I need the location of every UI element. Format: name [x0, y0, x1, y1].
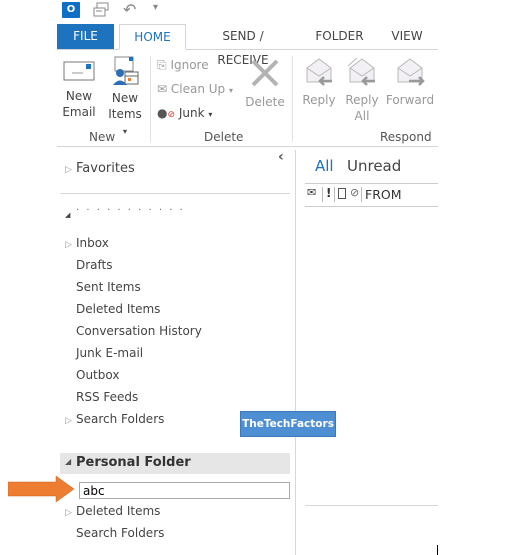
group-label-new: New — [89, 130, 116, 144]
new-email-button[interactable]: New Email — [59, 58, 99, 120]
ignore-label: Ignore — [170, 58, 209, 72]
folder-search-folders[interactable]: Search Folders — [76, 412, 164, 426]
personal-folder-header[interactable]: ◢ Personal Folder — [60, 453, 290, 474]
filter-all-tab[interactable]: All — [315, 157, 334, 175]
clean-up-icon: ✉ — [157, 82, 168, 96]
forward-icon — [397, 58, 425, 86]
reply-icon — [306, 58, 332, 86]
outlook-icon: O — [62, 2, 80, 18]
folder-outbox[interactable]: Outbox — [76, 368, 119, 382]
junk-caret: ▾ — [208, 110, 213, 119]
folder-personal-deleted-items[interactable]: Deleted Items — [76, 504, 160, 518]
read-status-column-icon[interactable]: ✉ — [307, 186, 316, 199]
clean-up-label: Clean Up — [170, 82, 226, 96]
clean-up-caret: ▾ — [229, 86, 234, 95]
personal-folder-title: Personal Folder — [76, 455, 191, 470]
reply-all-label-2: All — [354, 109, 370, 123]
new-items-label-1: New — [111, 91, 139, 105]
folder-conversation-history[interactable]: Conversation History — [76, 324, 202, 338]
folder-inbox[interactable]: Inbox — [76, 236, 109, 250]
new-items-button[interactable]: New Items ▾ — [105, 56, 145, 140]
group-label-delete: Delete — [204, 130, 244, 144]
ignore-icon: ⎘ — [157, 58, 167, 72]
delete-button[interactable]: Delete — [244, 56, 286, 110]
annotation-arrow-icon — [8, 476, 74, 502]
folder-rss-feeds[interactable]: RSS Feeds — [76, 390, 138, 404]
folder-pane: ‹ ▷ Favorites ◢ · · · · · · · · · · · ▷ … — [57, 147, 295, 555]
tab-view[interactable]: VIEW — [387, 24, 427, 48]
folder-sent-items[interactable]: Sent Items — [76, 280, 141, 294]
folder-deleted-items[interactable]: Deleted Items — [76, 302, 160, 316]
reply-label: Reply — [302, 93, 336, 107]
from-column-header[interactable]: FROM — [365, 187, 402, 202]
junk-label: Junk — [178, 106, 205, 120]
tab-folder[interactable]: FOLDER — [312, 24, 367, 48]
new-folder-name-input[interactable] — [79, 482, 290, 499]
forward-button[interactable]: Forward — [385, 56, 435, 108]
tab-home[interactable]: HOME — [119, 24, 186, 50]
delete-x-icon — [251, 59, 279, 87]
collapse-arrow-icon[interactable]: ◢ — [65, 457, 71, 466]
group-label-respond: Respond — [380, 130, 432, 144]
customize-toolbar-icon[interactable]: ▾ — [153, 2, 158, 13]
junk-button[interactable]: ●⊘ Junk ▾ — [157, 105, 212, 123]
ribbon-tabs: FILE HOME SEND / RECEIVE FOLDER VIEW — [57, 24, 438, 67]
new-email-label-1: New — [65, 89, 93, 103]
collapse-arrow-icon[interactable]: ◢ — [65, 211, 70, 219]
column-divider — [361, 187, 362, 202]
ribbon: New Email New Items ▾ New ⎘ Ignore ✉ Cle… — [57, 50, 438, 147]
watermark-label: TheTechFactors — [240, 411, 336, 437]
undo-icon[interactable]: ↶ — [123, 0, 136, 19]
new-items-icon — [113, 56, 139, 85]
folder-personal-search-folders[interactable]: Search Folders — [76, 526, 164, 540]
reply-button[interactable]: Reply — [300, 56, 338, 108]
group-divider — [292, 56, 293, 142]
importance-column-icon[interactable]: ! — [326, 186, 331, 200]
tab-send-receive[interactable]: SEND / RECEIVE — [197, 24, 289, 67]
filter-unread-tab[interactable]: Unread — [347, 157, 401, 175]
account-name-blurred[interactable]: · · · · · · · · · · · — [76, 205, 185, 216]
message-list-column-header: ✉ ! ⊘ FROM — [305, 183, 438, 207]
junk-icon: ●⊘ — [157, 106, 176, 120]
clean-up-button[interactable]: ✉ Clean Up ▾ — [157, 81, 233, 99]
group-divider — [150, 56, 151, 142]
expand-arrow-icon[interactable]: ▷ — [65, 165, 72, 175]
item-type-column-icon[interactable] — [338, 188, 346, 199]
forward-label: Forward — [385, 93, 435, 107]
envelope-icon — [63, 61, 95, 81]
expand-arrow-icon[interactable]: ▷ — [65, 240, 72, 250]
pane-splitter[interactable] — [295, 150, 296, 555]
send-receive-all-icon[interactable] — [93, 2, 109, 17]
expand-arrow-icon[interactable]: ▷ — [65, 508, 72, 518]
folder-junk-email[interactable]: Junk E-mail — [76, 346, 143, 360]
tab-file[interactable]: FILE — [57, 24, 114, 49]
reply-all-label-1: Reply — [345, 93, 379, 107]
attachment-column-icon[interactable]: ⊘ — [350, 186, 359, 199]
text-cursor — [437, 545, 438, 555]
ignore-button[interactable]: ⎘ Ignore — [157, 57, 209, 73]
delete-label: Delete — [245, 95, 285, 109]
reply-all-button[interactable]: Reply All — [343, 56, 381, 124]
column-divider — [334, 187, 335, 202]
favorites-header[interactable]: Favorites — [76, 161, 135, 176]
new-email-label-2: Email — [62, 105, 96, 119]
collapse-pane-icon[interactable]: ‹ — [278, 149, 284, 165]
reply-all-icon — [347, 57, 375, 86]
column-divider — [322, 187, 323, 202]
divider — [60, 193, 290, 194]
expand-arrow-icon[interactable]: ▷ — [65, 416, 72, 426]
divider — [305, 505, 438, 506]
folder-drafts[interactable]: Drafts — [76, 258, 113, 272]
